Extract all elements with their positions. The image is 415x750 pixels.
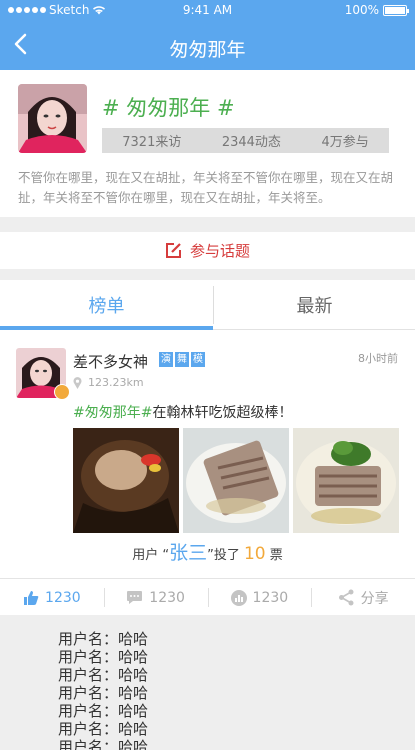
voter-name[interactable]: 张三	[169, 542, 207, 564]
list-item: 用户名：哈哈	[58, 684, 148, 702]
list-item: 用户名：哈哈	[58, 666, 148, 684]
page-title: 匆匆那年	[169, 39, 246, 61]
topic-stats: 7321来访 2344动态 4万参与	[102, 128, 389, 153]
vote-suffix: 票	[269, 548, 283, 563]
user-value: 哈哈	[118, 702, 149, 720]
bar-chart-icon	[230, 589, 247, 606]
verified-badge-icon	[54, 384, 70, 400]
post-hashtag[interactable]: #匆匆那年#	[73, 405, 152, 421]
user-key: 用户名：	[58, 630, 119, 648]
user-tag: 模	[191, 352, 205, 367]
post-photo[interactable]	[73, 428, 179, 533]
join-topic-button[interactable]: 参与话题	[0, 232, 415, 269]
vote-prefix: 用户 “	[132, 548, 170, 563]
like-button[interactable]: 1230	[0, 580, 104, 615]
post-location: 123.23km	[73, 376, 144, 389]
comment-count: 1230	[149, 589, 185, 606]
join-topic-label: 参与话题	[189, 242, 250, 260]
user-value: 哈哈	[118, 720, 149, 738]
user-key: 用户名：	[58, 648, 119, 666]
user-key: 用户名：	[58, 720, 119, 738]
user-key: 用户名：	[58, 702, 119, 720]
topic-description: 不管你在哪里，现在又在胡扯，年关将至不管你在哪里，现在又在胡扯，年关将至不管你在…	[18, 170, 394, 205]
user-value: 哈哈	[118, 630, 149, 648]
comment-button[interactable]: 1230	[103, 580, 208, 615]
topic-name: # 匆匆那年 #	[102, 96, 235, 120]
edit-icon	[165, 243, 181, 258]
battery-info: 100%	[344, 3, 409, 17]
post-photo[interactable]	[183, 428, 289, 533]
user-value: 哈哈	[118, 738, 149, 750]
topic-header: # 匆匆那年 # 7321来访 2344动态 4万参与 不管你在哪里，现在又在胡…	[0, 70, 415, 217]
list-item: 用户名：哈哈	[58, 720, 148, 738]
post-photos	[73, 428, 399, 533]
list-item: 用户名：哈哈	[58, 648, 148, 666]
user-key: 用户名：	[58, 666, 119, 684]
topic-avatar	[18, 84, 87, 153]
post-body: 在翰林轩吃饭超级棒！	[152, 405, 293, 421]
vote-middle: ”投了	[207, 548, 240, 563]
stat-visits: 7321来访	[122, 135, 182, 150]
user-value: 哈哈	[118, 684, 149, 702]
comment-icon	[127, 591, 143, 604]
user-tag: 舞	[175, 352, 189, 367]
like-count: 1230	[45, 589, 81, 606]
user-tag: 演	[159, 352, 173, 367]
battery-label: 100%	[344, 3, 379, 17]
stats-button[interactable]: 1230	[207, 580, 312, 615]
share-button[interactable]: 分享	[311, 580, 415, 615]
status-bar: Sketch 9:41 AM 100%	[0, 0, 415, 20]
stats-count: 1230	[252, 589, 289, 606]
user-tags: 演 舞 模	[159, 352, 205, 367]
location-pin-icon	[73, 376, 82, 389]
tab-latest[interactable]: 最新	[214, 280, 415, 330]
stat-participants: 4万参与	[321, 135, 369, 150]
location-distance: 123.23km	[88, 376, 144, 389]
share-icon	[338, 589, 354, 606]
thumbs-up-icon	[24, 590, 39, 605]
vote-line: 用户 “张三”投了 10 票	[0, 538, 415, 565]
post-text: #匆匆那年#在翰林轩吃饭超级棒！	[73, 402, 292, 422]
share-label: 分享	[360, 590, 389, 607]
vote-count: 10	[243, 544, 266, 564]
user-value: 哈哈	[118, 666, 149, 684]
tab-bar: 榜单 最新	[0, 280, 415, 330]
list-item: 用户名：哈哈	[58, 630, 148, 648]
list-item: 用户名：哈哈	[58, 702, 148, 720]
post-username[interactable]: 差不多女神	[73, 351, 148, 372]
post-card: 差不多女神 演 舞 模 8小时前 123.23km #匆匆那年#在翰林轩吃饭超级…	[0, 330, 415, 615]
nav-bar: 匆匆那年	[0, 20, 415, 70]
post-time: 8小时前	[358, 352, 398, 365]
battery-icon	[383, 4, 409, 16]
post-photo[interactable]	[293, 428, 399, 533]
tab-ranking[interactable]: 榜单	[0, 280, 213, 330]
user-list: 用户名：哈哈 用户名：哈哈 用户名：哈哈 用户名：哈哈 用户名：哈哈 用户名：哈…	[58, 630, 148, 750]
user-key: 用户名：	[58, 738, 119, 750]
user-key: 用户名：	[58, 684, 119, 702]
stat-posts: 2344动态	[221, 135, 281, 150]
list-item: 用户名：哈哈	[58, 738, 148, 750]
user-value: 哈哈	[118, 648, 149, 666]
divider	[0, 578, 415, 579]
post-actions: 1230 1230 1230 分享	[0, 580, 415, 615]
